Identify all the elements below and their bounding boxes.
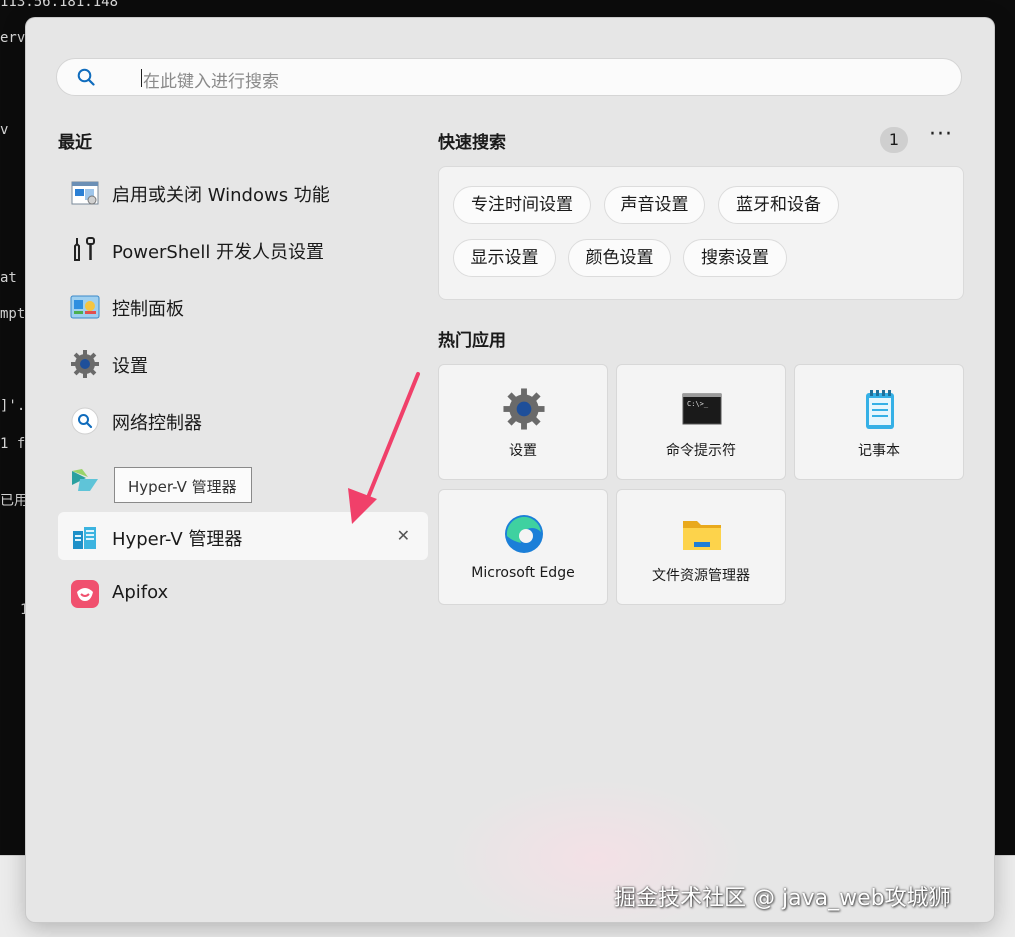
- terminal-line: 已用: [0, 493, 28, 509]
- recent-item-settings[interactable]: 设置: [58, 339, 428, 387]
- chip-focus-settings[interactable]: 专注时间设置: [453, 186, 591, 224]
- tooltip: Hyper-V 管理器: [114, 467, 252, 503]
- app-tile-command-prompt[interactable]: C:\>_ 命令提示符: [616, 364, 786, 480]
- chip-bluetooth-devices[interactable]: 蓝牙和设备: [718, 186, 839, 224]
- terminal-line: mpt: [0, 306, 26, 322]
- recent-item-control-panel[interactable]: 控制面板: [58, 282, 428, 330]
- recent-title: 最近: [58, 133, 92, 153]
- text-caret: [141, 69, 142, 87]
- terminal-line: 1 f: [0, 436, 26, 452]
- app-icon: [72, 469, 98, 491]
- search-panel: 在此键入进行搜索 最近 启用或关闭 Windows 功能 PowerShell …: [26, 18, 994, 922]
- recent-item-label: 启用或关闭 Windows 功能: [112, 185, 330, 206]
- terminal-line: at: [0, 270, 17, 286]
- search-input[interactable]: 在此键入进行搜索: [143, 67, 279, 92]
- search-box[interactable]: 在此键入进行搜索: [56, 58, 962, 96]
- settings-gear-icon: [71, 350, 99, 378]
- network-controller-icon: [71, 407, 99, 435]
- top-apps-title: 热门应用: [438, 331, 506, 351]
- app-tile-file-explorer[interactable]: 文件资源管理器: [616, 489, 786, 605]
- recent-item-label: 设置: [112, 356, 148, 377]
- chip-color-settings[interactable]: 颜色设置: [568, 239, 671, 277]
- notification-badge[interactable]: 1: [880, 127, 908, 153]
- terminal-line: v: [0, 122, 9, 138]
- control-panel-icon: [70, 295, 100, 319]
- app-tile-notepad[interactable]: 记事本: [794, 364, 964, 480]
- recent-item-powershell-dev-settings[interactable]: PowerShell 开发人员设置: [58, 225, 428, 273]
- svg-text:C:\>_: C:\>_: [687, 400, 709, 408]
- command-prompt-icon: C:\>_: [682, 393, 722, 425]
- more-options-icon[interactable]: ···: [929, 122, 953, 147]
- recent-item-label: Apifox: [112, 582, 169, 603]
- apifox-icon: [71, 580, 99, 608]
- terminal-line: erv: [0, 30, 26, 46]
- app-tile-label: 设置: [509, 443, 537, 459]
- edge-browser-icon: [505, 515, 543, 553]
- terminal-line: ]'.: [0, 398, 26, 414]
- file-explorer-icon: [683, 521, 721, 550]
- recent-item-label: 网络控制器: [112, 413, 202, 434]
- hyper-v-icon: [73, 527, 96, 549]
- app-tile-label: 命令提示符: [666, 443, 736, 459]
- recent-item-label: Hyper-V 管理器: [112, 529, 243, 550]
- watermark: 掘金技术社区 @ java_web攻城狮: [614, 886, 951, 911]
- app-tile-label: 记事本: [858, 443, 900, 459]
- app-tile-label: 文件资源管理器: [652, 568, 750, 584]
- settings-gear-icon: [503, 388, 545, 430]
- chip-search-settings[interactable]: 搜索设置: [683, 239, 787, 277]
- quick-search-title: 快速搜索: [438, 133, 506, 153]
- chip-display-settings[interactable]: 显示设置: [453, 239, 556, 277]
- recent-item-label: PowerShell 开发人员设置: [112, 242, 325, 263]
- windows-features-icon: [71, 181, 99, 205]
- chip-sound-settings[interactable]: 声音设置: [604, 186, 705, 224]
- notepad-icon: [866, 390, 894, 429]
- recent-item-hyper-v-manager[interactable]: Hyper-V 管理器 ✕: [58, 512, 428, 560]
- recent-item-network-controller[interactable]: 网络控制器: [58, 396, 428, 444]
- recent-item-label: 控制面板: [112, 299, 184, 320]
- close-icon[interactable]: ✕: [397, 526, 410, 545]
- app-tile-settings[interactable]: 设置: [438, 364, 608, 480]
- app-tile-label: Microsoft Edge: [471, 565, 575, 581]
- app-tile-microsoft-edge[interactable]: Microsoft Edge: [438, 489, 608, 605]
- recent-item-apifox[interactable]: Apifox: [58, 569, 428, 617]
- search-icon: [77, 68, 95, 86]
- terminal-line: 113.56.181.148: [0, 0, 119, 10]
- recent-item-windows-features[interactable]: 启用或关闭 Windows 功能: [58, 168, 428, 216]
- developer-settings-icon: [74, 237, 95, 261]
- quick-search-box: 专注时间设置 声音设置 蓝牙和设备 显示设置 颜色设置 搜索设置: [438, 166, 964, 300]
